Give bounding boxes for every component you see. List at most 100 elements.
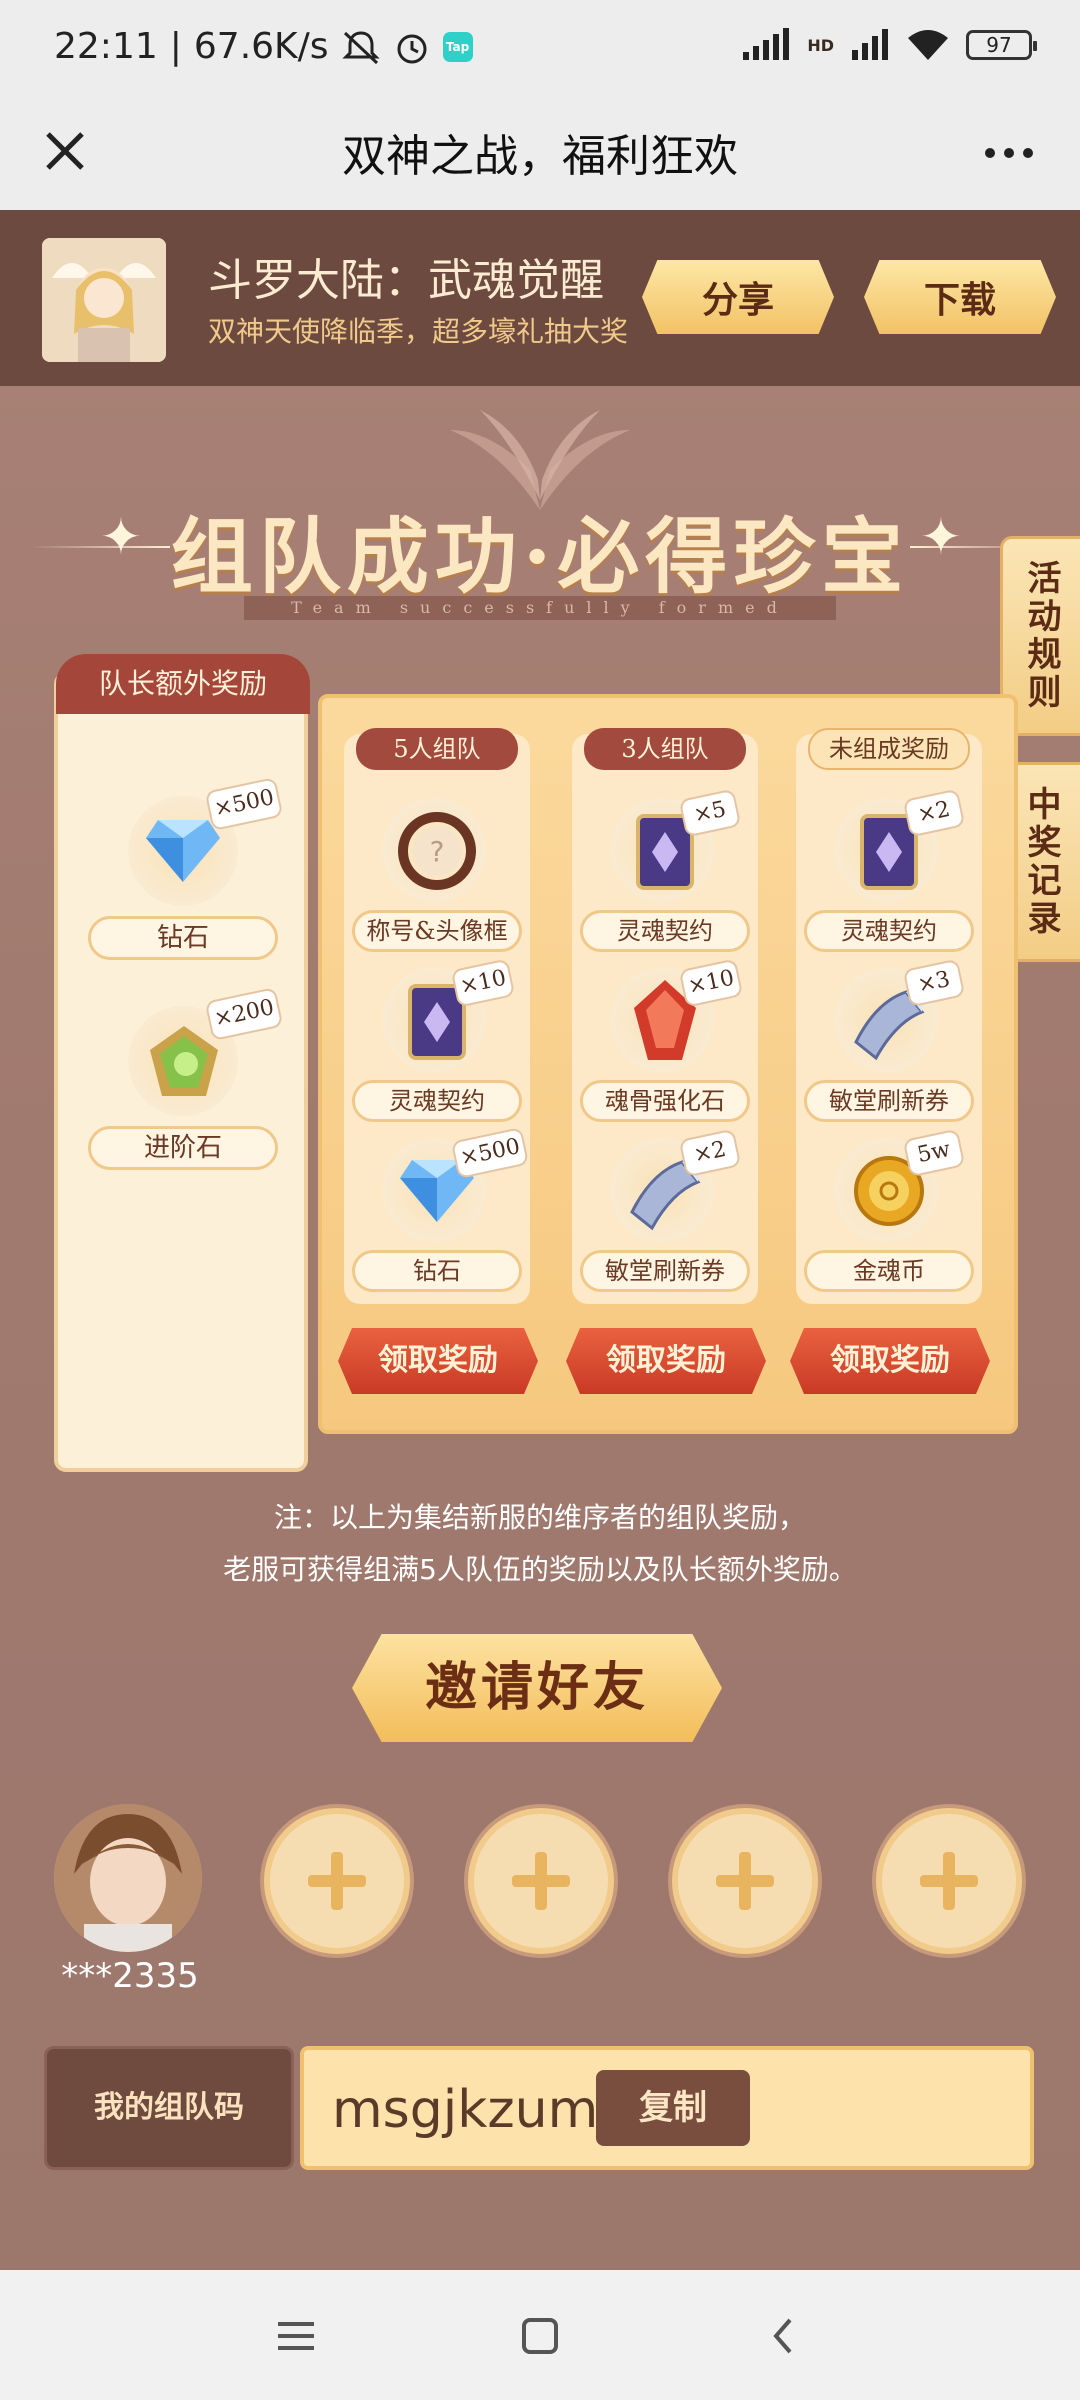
banner-subtitle: Team successfully formed	[244, 596, 836, 620]
avatar-frame-icon: ?	[398, 812, 476, 890]
reward-item: ×3 敏堂刷新券	[796, 958, 982, 1132]
captain-panel-title: 队长额外奖励	[56, 654, 310, 714]
leader-character-icon	[54, 1804, 202, 1952]
reward-item: ×10 魂骨强化石	[572, 958, 758, 1132]
plus-icon	[512, 1852, 570, 1910]
column-title: 5人组队	[356, 728, 518, 770]
column-title: 3人组队	[584, 728, 746, 770]
home-icon[interactable]	[512, 2308, 568, 2364]
diamond-icon	[146, 820, 220, 882]
captain-reward-panel: 队长额外奖励 ×500 钻石 ×200 进阶石	[54, 654, 310, 1472]
angel-character-icon	[42, 238, 166, 362]
reward-name: 金魂币	[804, 1250, 974, 1292]
team-code-label: 我的组队码	[44, 2046, 294, 2170]
qty-tag: ×200	[204, 986, 284, 1042]
leader-avatar	[54, 1804, 202, 1952]
reward-item: ×500 钻石	[344, 1126, 530, 1302]
column-title: 未组成奖励	[808, 728, 970, 770]
qty-tag: ×2	[678, 1128, 742, 1178]
alarm-icon	[397, 34, 427, 63]
claim-reward-button-3-person[interactable]: 领取奖励	[566, 1328, 766, 1394]
game-name: 斗罗大陆：武魂觉醒	[208, 255, 604, 306]
reward-note: 注：以上为集结新服的维序者的组队奖励， 老服可获得组满5人队伍的奖励以及队长额外…	[0, 1492, 1080, 1596]
plus-icon	[920, 1852, 978, 1910]
reward-item: ×2 敏堂刷新券	[572, 1128, 758, 1302]
add-member-slot[interactable]	[672, 1808, 818, 1954]
reward-column-3-person: 3人组队 ×5 灵魂契约 ×10 魂骨强化石 ×2 敏堂刷新券	[572, 728, 758, 1304]
status-time: 22:11	[54, 26, 158, 67]
qty-tag: ×3	[902, 958, 966, 1008]
reward-name: 灵魂契约	[804, 910, 974, 952]
game-header: 斗罗大陆：武魂觉醒 双神天使降临季，超多壕礼抽大奖 分享 下载	[0, 210, 1080, 386]
reward-name: 钻石	[352, 1250, 522, 1292]
reward-name: 敏堂刷新券	[580, 1250, 750, 1292]
status-bar: 22:11 | 67.6K/s Tap HD 97	[0, 0, 1080, 96]
qty-tag: ×2	[902, 788, 966, 838]
download-button[interactable]: 下载	[864, 260, 1056, 334]
network-speed: 67.6K/s	[193, 26, 329, 67]
signal-icon	[743, 28, 790, 60]
records-tab-label: 中奖记录	[1021, 786, 1061, 938]
team-reward-board: 5人组队 ? 称号&头像框 ×10 灵魂契约 ×500 钻石 3人组队 ×5 灵…	[318, 694, 1018, 1434]
nav-bar: 双神之战，福利狂欢	[0, 96, 1080, 210]
qty-tag: ×10	[678, 958, 744, 1008]
close-icon[interactable]	[30, 116, 100, 186]
event-page: 斗罗大陆：武魂觉醒 双神天使降临季，超多壕礼抽大奖 分享 下载 ✦ ✦ 组队成功…	[0, 210, 1080, 2270]
reward-item: ×5 灵魂契约	[572, 788, 758, 962]
game-slogan: 双神天使降临季，超多壕礼抽大奖	[208, 315, 629, 348]
mute-icon	[341, 30, 380, 64]
copy-button[interactable]: 复制	[596, 2070, 750, 2146]
team-code-bar: 我的组队码 msgjkzum 复制	[44, 2046, 1034, 2170]
back-icon[interactable]	[756, 2308, 812, 2364]
captain-reward-diamond: ×500 钻石	[58, 776, 304, 986]
qty-tag: ×500	[450, 1126, 530, 1180]
reward-item: ×10 灵魂契约	[344, 958, 530, 1132]
more-icon[interactable]	[974, 118, 1044, 188]
reward-column-5-person: 5人组队 ? 称号&头像框 ×10 灵魂契约 ×500 钻石	[344, 728, 530, 1304]
tap-app-icon: Tap	[442, 31, 473, 62]
wifi-icon	[908, 30, 948, 60]
plus-icon	[716, 1852, 774, 1910]
banner-title: 组队成功·必得珍宝	[170, 509, 910, 605]
qty-tag: ×500	[204, 776, 284, 832]
reward-name: 灵魂契约	[580, 910, 750, 952]
team-code-value: msgjkzum	[332, 2080, 599, 2140]
reward-name: 魂骨强化石	[580, 1080, 750, 1122]
claim-reward-button-unformed[interactable]: 领取奖励	[790, 1328, 990, 1394]
reward-column-unformed: 未组成奖励 ×2 灵魂契约 ×3 敏堂刷新券 5w 金魂币	[796, 728, 982, 1304]
reward-name: 进阶石	[88, 1126, 278, 1170]
game-avatar[interactable]	[42, 238, 166, 362]
leader-name: ***2335	[61, 1956, 199, 1996]
signal-icon-2	[852, 29, 888, 60]
reward-item: 5w 金魂币	[796, 1128, 982, 1302]
reward-name: 灵魂契约	[352, 1080, 522, 1122]
reward-name: 称号&头像框	[352, 910, 522, 952]
reward-item: ×2 灵魂契约	[796, 788, 982, 962]
qty-tag: ×5	[678, 788, 742, 838]
add-member-slot[interactable]	[264, 1808, 410, 1954]
qty-tag: 5w	[902, 1128, 966, 1178]
system-nav-bar	[0, 2270, 1080, 2400]
share-button[interactable]: 分享	[642, 260, 834, 334]
page-title: 双神之战，福利狂欢	[342, 131, 738, 182]
add-member-slot[interactable]	[468, 1808, 614, 1954]
reward-name: 钻石	[88, 916, 278, 960]
note-line-2: 老服可获得组满5人队伍的奖励以及队长额外奖励。	[223, 1553, 857, 1586]
hd-indicator: HD	[807, 35, 834, 55]
qty-tag: ×10	[450, 958, 516, 1008]
advance-stone-icon	[150, 1026, 218, 1096]
menu-icon[interactable]	[268, 2308, 324, 2364]
add-member-slot[interactable]	[876, 1808, 1022, 1954]
plus-icon	[308, 1852, 366, 1910]
note-line-1: 注：以上为集结新服的维序者的组队奖励，	[273, 1501, 806, 1534]
battery-indicator: 97	[966, 30, 1037, 60]
status-right: HD 97	[741, 28, 1037, 62]
svg-text:?: ?	[430, 835, 445, 868]
reward-item: ? 称号&头像框	[344, 792, 530, 962]
status-left: 22:11 | 67.6K/s Tap	[54, 26, 473, 67]
invite-friends-button[interactable]: 邀请好友	[352, 1634, 722, 1742]
team-code-box: msgjkzum 复制	[300, 2046, 1034, 2170]
claim-reward-button-5-person[interactable]: 领取奖励	[338, 1328, 538, 1394]
reward-name: 敏堂刷新券	[804, 1080, 974, 1122]
rules-tab-label: 活动规则	[1021, 560, 1061, 712]
